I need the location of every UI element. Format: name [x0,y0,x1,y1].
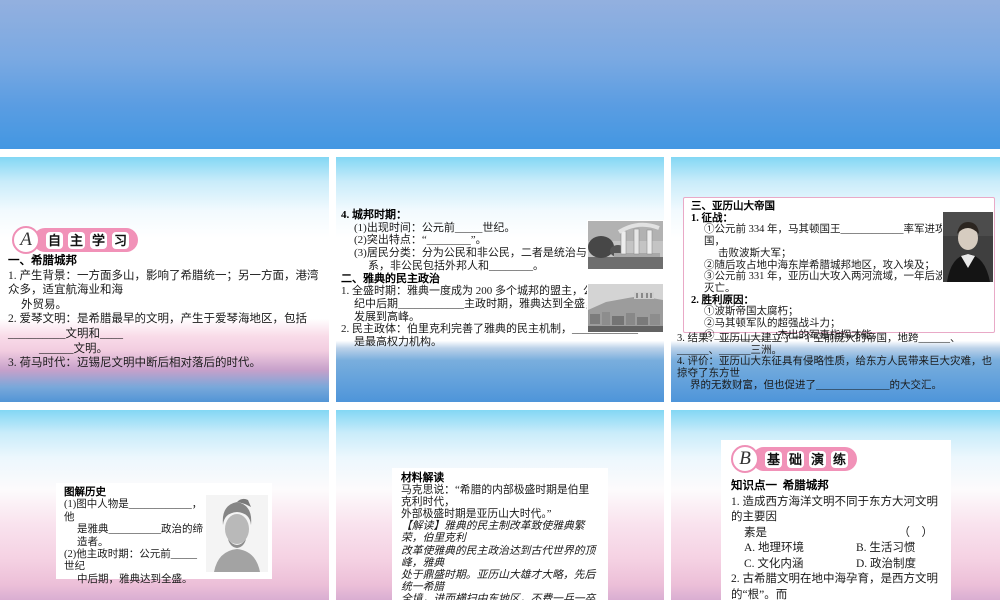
alexander-portrait-illustration [943,212,993,282]
slide-panel-yadian-minzhu[interactable]: 4. 城邦时期： (1)出现时间：公元前_____世纪。 (2)突出特点：“__… [336,157,664,402]
option-b: B. 生活习惯 [856,542,916,554]
slide-panel-tujie-lishi[interactable]: 图解历史 (1)图中人物是____________，他 是雅典_________… [0,410,329,600]
option-a: A. 地理环境 [744,542,805,554]
text-line: 是最高权力机构。 [354,336,442,349]
text-line: 造者。 [77,536,109,548]
slide-panel-cailiao-jiedu[interactable]: 材料解读 马克思说：“希腊的内部极盛时期是伯里克利时代， 外部极盛时期是亚历山大… [336,410,664,600]
badge-char: 演 [809,450,826,468]
text-line: 3. 荷马时代：迈锡尼文明中断后相对落后的时代。 [8,357,261,370]
note-line: 改革使雅典的民主政治达到古代世界的顶峰，雅典 [401,544,596,569]
section-badge-b: B 基 础 演 练 [731,445,941,473]
section-badge-a: A 自 主 学 习 [12,226,138,254]
acropolis-hill-illustration [588,284,663,332]
content-box: B 基 础 演 练 知识点一 希腊城邦 1. 造成西方海洋文明不同于东方大河文明… [721,440,951,600]
badge-char: 础 [787,450,804,468]
acropolis-hill-photo [587,283,664,333]
alexander-portrait-photo [942,211,994,283]
text-line: ①波斯帝国太腐朽； [704,306,799,318]
note-line: 处于鼎盛时期。亚历山大雄才大略，先后统一希腊 [401,568,596,593]
quote-line: 外部极盛时期是亚历山大时代。” [401,508,552,521]
slide-thumbnail-top-partial[interactable] [0,0,1000,149]
slide-panel-zizhu-xuexi[interactable]: A 自 主 学 习 一、希腊城邦 1. 产生背景：一方面多山，影响了希腊统一；另… [0,157,329,402]
badge-char: 习 [112,231,129,249]
badge-char: 学 [90,231,107,249]
text-line: 2. 爱琴文明：是希腊最早的文明，产生于爱琴海地区，包括__________文明… [8,313,307,340]
knowledge-point-heading: 知识点一 希腊城邦 [731,480,829,492]
text-line: ______文明。 [39,342,108,355]
question-line: 素是 [744,526,767,539]
text-line: 3. 结果：亚历山大建立了一个空前庞大的帝国，地跨______、______、_… [677,333,961,356]
text-line: (2)他主政时期：公元前_____世纪 [64,549,197,573]
badge-pill: 自 主 学 习 [33,228,138,252]
section-heading: 图解历史 [64,487,106,498]
badge-pill: 基 础 演 练 [752,447,857,471]
slide-panel-yalishanda[interactable]: 三、亚历山大帝国 1. 征战： ①公元前 334 年，马其顿国王________… [671,157,1000,402]
option-c: C. 文化内涵 [744,557,804,570]
section-heading: 材料解读 [401,472,445,484]
text-line: 中后期，雅典达到全盛。 [77,573,193,585]
text-line: 4. 评价：亚历山大东征具有侵略性质，给东方人民带来巨大灾难，也掠夺了东方世 [677,356,992,380]
slide-panel-jichu-yanlian[interactable]: B 基 础 演 练 知识点一 希腊城邦 1. 造成西方海洋文明不同于东方大河文明… [671,410,1000,600]
option-d: D. 政治制度 [856,557,917,570]
quote-line: 马克思说：“希腊的内部极盛时期是伯里克利时代， [401,484,590,509]
question-line: 2. 古希腊文明在地中海孕育，是西方文明的“根”。而 [731,573,938,600]
pericles-bust-illustration [206,495,268,572]
badge-letter-a: A [12,226,40,254]
question-line: 1. 造成西方海洋文明不同于东方大河文明的主要因 [731,495,938,524]
text-line: (1)图中人物是____________，他 [64,499,203,523]
text-line: 1. 产生背景：一方面多山，影响了希腊统一；另一方面，港湾众多，适宜航海业和海 [8,269,319,297]
text-line: 是雅典__________政治的缔 [77,524,203,536]
answer-bracket: （ ） [898,526,934,539]
badge-char: 自 [46,231,63,249]
pericles-bust-photo [205,494,269,573]
greek-temple-ruins-illustration [588,221,663,269]
badge-char: 练 [831,450,848,468]
text-line: 外贸易。 [21,298,67,311]
badge-char: 主 [68,231,85,249]
text-line: ②马其顿军队的超强战斗力； [704,318,841,330]
text-line: 2. 胜利原因： [691,294,754,306]
badge-letter-b: B [731,445,759,473]
section-heading: 一、希腊城邦 [8,255,77,267]
content-box: 材料解读 马克思说：“希腊的内部极盛时期是伯里克利时代， 外部极盛时期是亚历山大… [392,468,608,600]
note-line: 【解读】雅典的民主制改革致使雅典繁荣，伯里克利 [401,520,585,545]
greek-temple-ruins-photo [587,220,664,270]
badge-char: 基 [765,450,782,468]
text-line: 界的无数财富，但也促进了______________的大交汇。 [690,379,942,391]
note-line: 全境，进而横扫中东地区，不费一兵一卒而占领埃 [401,592,596,600]
